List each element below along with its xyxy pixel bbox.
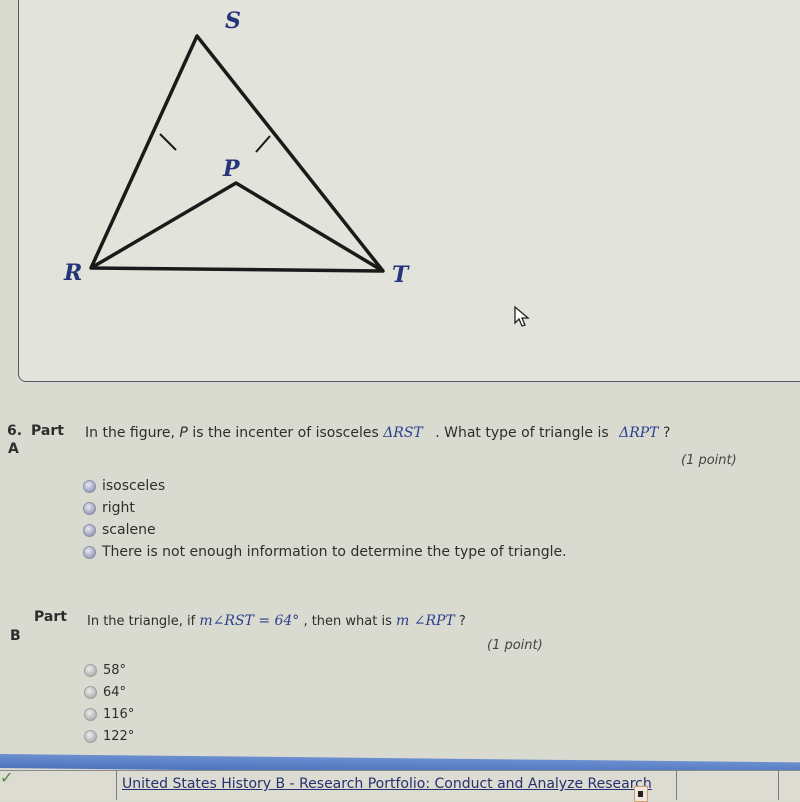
var-p: P [179,425,188,441]
prompt-text: , then what is [299,614,396,629]
math-triangle-rst: ΔRST [383,425,423,441]
radio-button[interactable] [84,729,97,743]
radio-button[interactable] [83,501,96,515]
prompt-text: . What type of triangle is [430,425,614,441]
column-divider [676,770,677,800]
part-a-prompt: In the figure, P is the incenter of isos… [85,425,670,441]
option-label: 116° [103,706,135,722]
option-label: 64° [103,684,127,700]
part-b-points: (1 point) [487,638,543,653]
math-asked-angle: m ∠RPT [396,613,455,629]
part-a-options: isosceles right scalene There is not eno… [83,475,567,563]
vertex-label-s: S [225,8,241,34]
checkmark-icon: ✓ [0,768,14,787]
vertex-label-t: T [392,262,410,288]
radio-button[interactable] [83,523,96,537]
option-label: scalene [102,522,156,538]
tick-mark-rs [159,133,177,151]
segments-rp-pt [90,181,384,273]
option-scalene[interactable]: scalene [83,519,567,541]
vertex-label-p: P [222,156,241,182]
triangle-figure: S P R T [63,8,410,288]
option-isosceles[interactable]: isosceles [83,475,567,497]
radio-button[interactable] [84,707,97,721]
math-triangle-rpt: ΔRPT [619,425,659,441]
assignment-link[interactable]: United States History B - Research Portf… [122,776,652,792]
radio-button[interactable] [84,663,97,677]
tick-mark-st [255,135,271,153]
triangle-rst [89,34,385,273]
prompt-text: ? [658,425,671,441]
option-122[interactable]: 122° [84,725,134,747]
column-divider [778,770,779,800]
prompt-text: In the triangle, if [87,614,200,629]
part-a-points: (1 point) [681,453,737,468]
part-b-label: Part [34,609,67,625]
prompt-text: ? [454,614,466,629]
option-label: right [102,500,135,516]
math-given-angle: m∠RST = 64° [199,613,300,629]
option-label: There is not enough information to deter… [102,544,567,560]
option-label: isosceles [102,478,166,494]
part-a-label: Part [31,423,64,439]
option-116[interactable]: 116° [84,703,134,725]
option-64[interactable]: 64° [84,681,134,703]
radio-button[interactable] [83,545,96,559]
option-label: 122° [103,728,135,744]
option-right[interactable]: right [83,497,567,519]
prompt-text: is the incenter of isosceles [187,425,384,441]
mouse-cursor-icon [514,305,530,327]
column-divider [116,770,117,800]
part-b-letter: B [10,628,21,644]
option-58[interactable]: 58° [84,659,134,681]
part-b-prompt: In the triangle, if m∠RST = 64° , then w… [87,613,466,629]
radio-button[interactable] [83,479,96,493]
option-not-enough-info[interactable]: There is not enough information to deter… [83,541,567,563]
prompt-text: In the figure, [85,425,180,441]
question-number: 6. [7,423,23,439]
option-label: 58° [103,662,127,678]
radio-button[interactable] [84,685,97,699]
vertex-label-r: R [63,260,82,286]
part-a-letter: A [8,441,19,457]
part-b-options: 58° 64° 116° 122° [84,659,134,747]
